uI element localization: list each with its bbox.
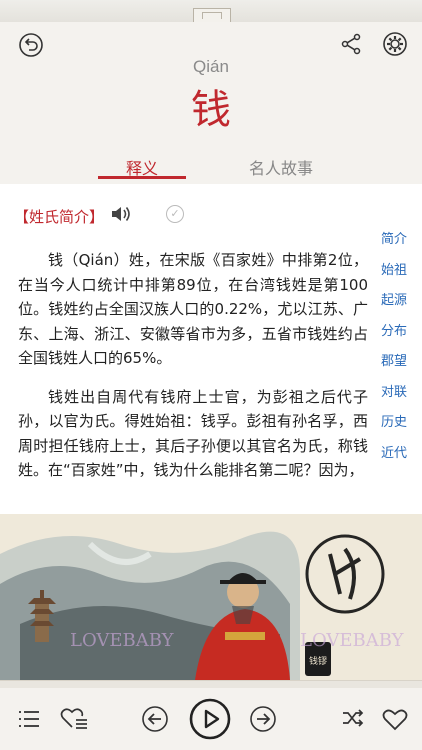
watermark-right: LOVEBABY bbox=[300, 630, 405, 651]
play-button[interactable] bbox=[189, 698, 231, 740]
sidenav-item-clan-seat[interactable]: 郡望 bbox=[374, 350, 414, 381]
section-title: 【姓氏简介】 bbox=[14, 208, 105, 226]
pinyin-label: Qián bbox=[193, 57, 229, 76]
active-tab-indicator bbox=[98, 176, 186, 179]
surname-character: 钱 bbox=[191, 87, 231, 133]
playlist-icon[interactable] bbox=[16, 706, 42, 732]
back-circle-icon[interactable] bbox=[18, 32, 44, 58]
top-ornament bbox=[193, 8, 231, 23]
heart-list-icon[interactable] bbox=[60, 705, 88, 731]
header: Qián 钱 释义 名人故事 bbox=[0, 22, 422, 184]
paragraph: 钱姓出自周代有钱府上士官，为彭祖之后代子孙，以官为氏。得姓始祖：钱孚。彭祖有孙名… bbox=[18, 387, 368, 480]
paragraph: 钱（Qián）姓，在宋版《百家姓》中排第2位，在当今人口统计中排第89位，在台湾… bbox=[18, 251, 368, 367]
sidenav-item-distribution[interactable]: 分布 bbox=[374, 320, 414, 351]
sidenav-item-origin[interactable]: 起源 bbox=[374, 289, 414, 320]
shuffle-icon[interactable] bbox=[340, 706, 366, 730]
side-navigation: 简介 始祖 起源 分布 郡望 对联 历史 近代 bbox=[374, 228, 414, 472]
player-bar bbox=[0, 688, 422, 750]
sidenav-item-history[interactable]: 历史 bbox=[374, 411, 414, 442]
next-icon[interactable] bbox=[249, 705, 277, 733]
sidenav-item-modern[interactable]: 近代 bbox=[374, 442, 414, 473]
illustration-banner: 钱镠 LOVEBABY LOVEBABY bbox=[0, 514, 422, 680]
watermark-left: LOVEBABY bbox=[70, 630, 175, 651]
seal-text: 钱镠 bbox=[309, 655, 327, 667]
previous-icon[interactable] bbox=[141, 705, 169, 733]
top-decorative-band bbox=[0, 0, 422, 23]
share-icon[interactable] bbox=[339, 32, 363, 56]
sidenav-item-intro[interactable]: 简介 bbox=[374, 228, 414, 259]
content-panel: 【姓氏简介】 ✓ 钱（Qián）姓，在宋版《百家姓》中排第2位，在当今人口统计中… bbox=[0, 184, 422, 514]
speaker-icon[interactable] bbox=[110, 204, 132, 228]
article-text: 钱（Qián）姓，在宋版《百家姓》中排第2位，在当今人口统计中排第89位，在台湾… bbox=[18, 248, 368, 513]
sidenav-item-ancestor[interactable]: 始祖 bbox=[374, 259, 414, 290]
gear-icon[interactable] bbox=[382, 31, 408, 57]
favorite-heart-icon[interactable] bbox=[381, 706, 409, 732]
tab-famous-stories[interactable]: 名人故事 bbox=[226, 155, 336, 179]
check-circle-icon[interactable]: ✓ bbox=[166, 205, 184, 223]
sidenav-item-couplets[interactable]: 对联 bbox=[374, 381, 414, 412]
landscape-illustration: 钱镠 LOVEBABY LOVEBABY bbox=[0, 514, 422, 680]
